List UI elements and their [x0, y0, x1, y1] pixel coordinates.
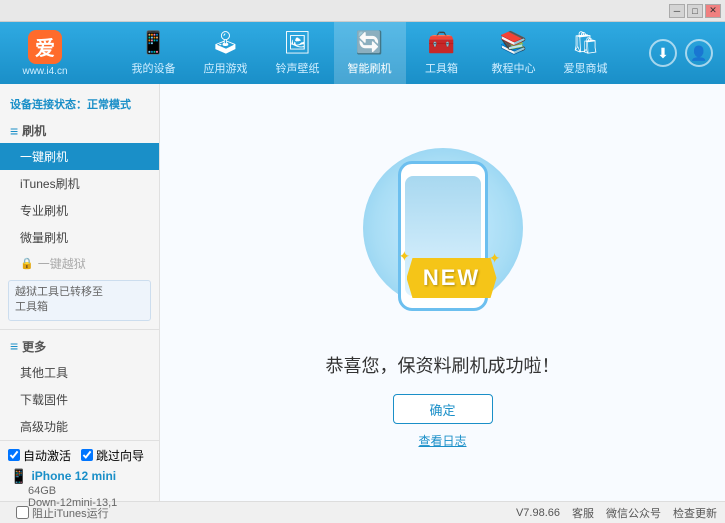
section-more-icon: ≡: [10, 338, 18, 354]
skip-wizard-input[interactable]: [81, 449, 93, 461]
shop-icon: 🛍: [572, 30, 600, 56]
confirm-button[interactable]: 确定: [393, 394, 493, 424]
sidebar-item-dual-flash[interactable]: 微量刷机: [0, 224, 159, 251]
nav-smart-flash[interactable]: 🔄 智能刷机: [334, 22, 406, 84]
skip-wizard-label: 跳过向导: [96, 447, 144, 464]
smart-flash-icon: 🔄: [356, 30, 383, 56]
auto-detect-input[interactable]: [8, 449, 20, 461]
sidebar-item-itunes-flash[interactable]: iTunes刷机: [0, 170, 159, 197]
logo-url: www.i4.cn: [22, 66, 67, 77]
new-badge: NEW: [407, 258, 497, 298]
nav-tutorial-label: 教程中心: [492, 60, 536, 76]
nav-shop-label: 爱思商城: [564, 60, 608, 76]
nav-bar: 📱 我的设备 🕹 应用游戏 🖼 铃声壁纸 🔄 智能刷机 🧰 工具箱 📚 教程中心…: [90, 22, 649, 84]
skip-wizard-checkbox[interactable]: 跳过向导: [81, 447, 144, 464]
sidebar-item-jailbreak-disabled: 🔒 一键越狱: [0, 251, 159, 276]
close-button[interactable]: ✕: [705, 4, 721, 18]
main-area: 设备连接状态：正常模式 ≡ 刷机 一键刷机 iTunes刷机 专业刷机 微量刷机…: [0, 84, 725, 501]
toolbox-icon: 🧰: [428, 30, 455, 56]
user-button[interactable]: 👤: [685, 39, 713, 67]
stop-itunes-label: 阻止iTunes运行: [32, 505, 109, 521]
tutorial-icon: 📚: [500, 30, 527, 56]
content-area: ✦ ✦ NEW 恭喜您，保资料刷机成功啦！ 确定 查看日志: [160, 84, 725, 501]
bottom-right: V7.98.66 客服 微信公众号 检查更新: [516, 505, 717, 521]
bottom-bar: 阻止iTunes运行 V7.98.66 客服 微信公众号 检查更新: [0, 501, 725, 523]
success-title: 恭喜您，保资料刷机成功啦！: [326, 352, 560, 378]
sidebar-item-other-tools[interactable]: 其他工具: [0, 359, 159, 386]
sidebar-item-download-firmware[interactable]: 下载固件: [0, 386, 159, 413]
device-status: 设备连接状态：正常模式: [0, 92, 159, 118]
minimize-button[interactable]: ─: [669, 4, 685, 18]
wallpaper-icon: 🖼: [284, 30, 312, 56]
device-name: iPhone 12 mini: [31, 469, 116, 483]
sidebar-item-one-key-flash[interactable]: 一键刷机: [0, 143, 159, 170]
wechat-link[interactable]: 微信公众号: [606, 505, 661, 521]
section-more: ≡ 更多: [0, 334, 159, 359]
nav-app-game[interactable]: 🕹 应用游戏: [190, 22, 262, 84]
device-phone-icon: 📱: [10, 468, 27, 485]
status-label: 设备连接状态：: [10, 99, 87, 111]
nav-my-device[interactable]: 📱 我的设备: [118, 22, 190, 84]
sidebar-footer: 自动激活 跳过向导 📱 iPhone 12 mini 64GB Down-12m…: [0, 440, 159, 511]
status-value: 正常模式: [87, 99, 131, 111]
view-log-link[interactable]: 查看日志: [418, 432, 466, 449]
header-right: ⬇ 👤: [649, 39, 725, 67]
version-label: V7.98.66: [516, 507, 560, 519]
stop-itunes-item[interactable]: 阻止iTunes运行: [8, 505, 117, 521]
jailbreak-label: 一键越狱: [38, 255, 86, 272]
sidebar-note: 越狱工具已转移至工具箱: [8, 280, 151, 321]
nav-app-game-label: 应用游戏: [204, 60, 248, 76]
section-flash-label: 刷机: [22, 122, 46, 139]
sidebar-item-pro-flash[interactable]: 专业刷机: [0, 197, 159, 224]
maximize-button[interactable]: □: [687, 4, 703, 18]
window-controls[interactable]: ─ □ ✕: [669, 4, 721, 18]
nav-tutorial[interactable]: 📚 教程中心: [478, 22, 550, 84]
nav-smart-flash-label: 智能刷机: [348, 60, 392, 76]
section-more-label: 更多: [22, 338, 46, 355]
update-link[interactable]: 检查更新: [673, 505, 717, 521]
sparkle-left: ✦: [399, 248, 411, 265]
sidebar-divider: [0, 329, 159, 330]
service-link[interactable]: 客服: [572, 505, 594, 521]
sidebar: 设备连接状态：正常模式 ≡ 刷机 一键刷机 iTunes刷机 专业刷机 微量刷机…: [0, 84, 160, 501]
auto-detect-checkbox[interactable]: 自动激活: [8, 447, 71, 464]
download-button[interactable]: ⬇: [649, 39, 677, 67]
nav-toolbox-label: 工具箱: [425, 60, 458, 76]
new-ribbon: ✦ ✦ NEW: [407, 258, 497, 308]
logo[interactable]: 爱 www.i4.cn: [0, 30, 90, 77]
nav-my-device-label: 我的设备: [132, 60, 176, 76]
logo-icon: 爱: [28, 30, 62, 64]
app-game-icon: 🕹: [212, 30, 240, 56]
device-storage: 64GB: [10, 485, 151, 497]
device-info: 📱 iPhone 12 mini 64GB Down-12mini-13,1: [10, 468, 151, 509]
stop-itunes-checkbox[interactable]: [16, 506, 29, 519]
my-device-icon: 📱: [140, 30, 167, 56]
section-flash-icon: ≡: [10, 123, 18, 139]
auto-detect-label: 自动激活: [23, 447, 71, 464]
nav-shop[interactable]: 🛍 爱思商城: [550, 22, 622, 84]
section-flash: ≡ 刷机: [0, 118, 159, 143]
sidebar-item-advanced[interactable]: 高级功能: [0, 413, 159, 440]
checkbox-group: 自动激活 跳过向导: [8, 447, 151, 464]
success-illustration: ✦ ✦ NEW: [353, 136, 533, 336]
nav-toolbox[interactable]: 🧰 工具箱: [406, 22, 478, 84]
title-bar: ─ □ ✕: [0, 0, 725, 22]
bottom-left: 阻止iTunes运行: [8, 505, 168, 521]
lock-icon: 🔒: [20, 257, 34, 270]
nav-wallpaper[interactable]: 🖼 铃声壁纸: [262, 22, 334, 84]
nav-wallpaper-label: 铃声壁纸: [276, 60, 320, 76]
header: 爱 www.i4.cn 📱 我的设备 🕹 应用游戏 🖼 铃声壁纸 🔄 智能刷机 …: [0, 22, 725, 84]
